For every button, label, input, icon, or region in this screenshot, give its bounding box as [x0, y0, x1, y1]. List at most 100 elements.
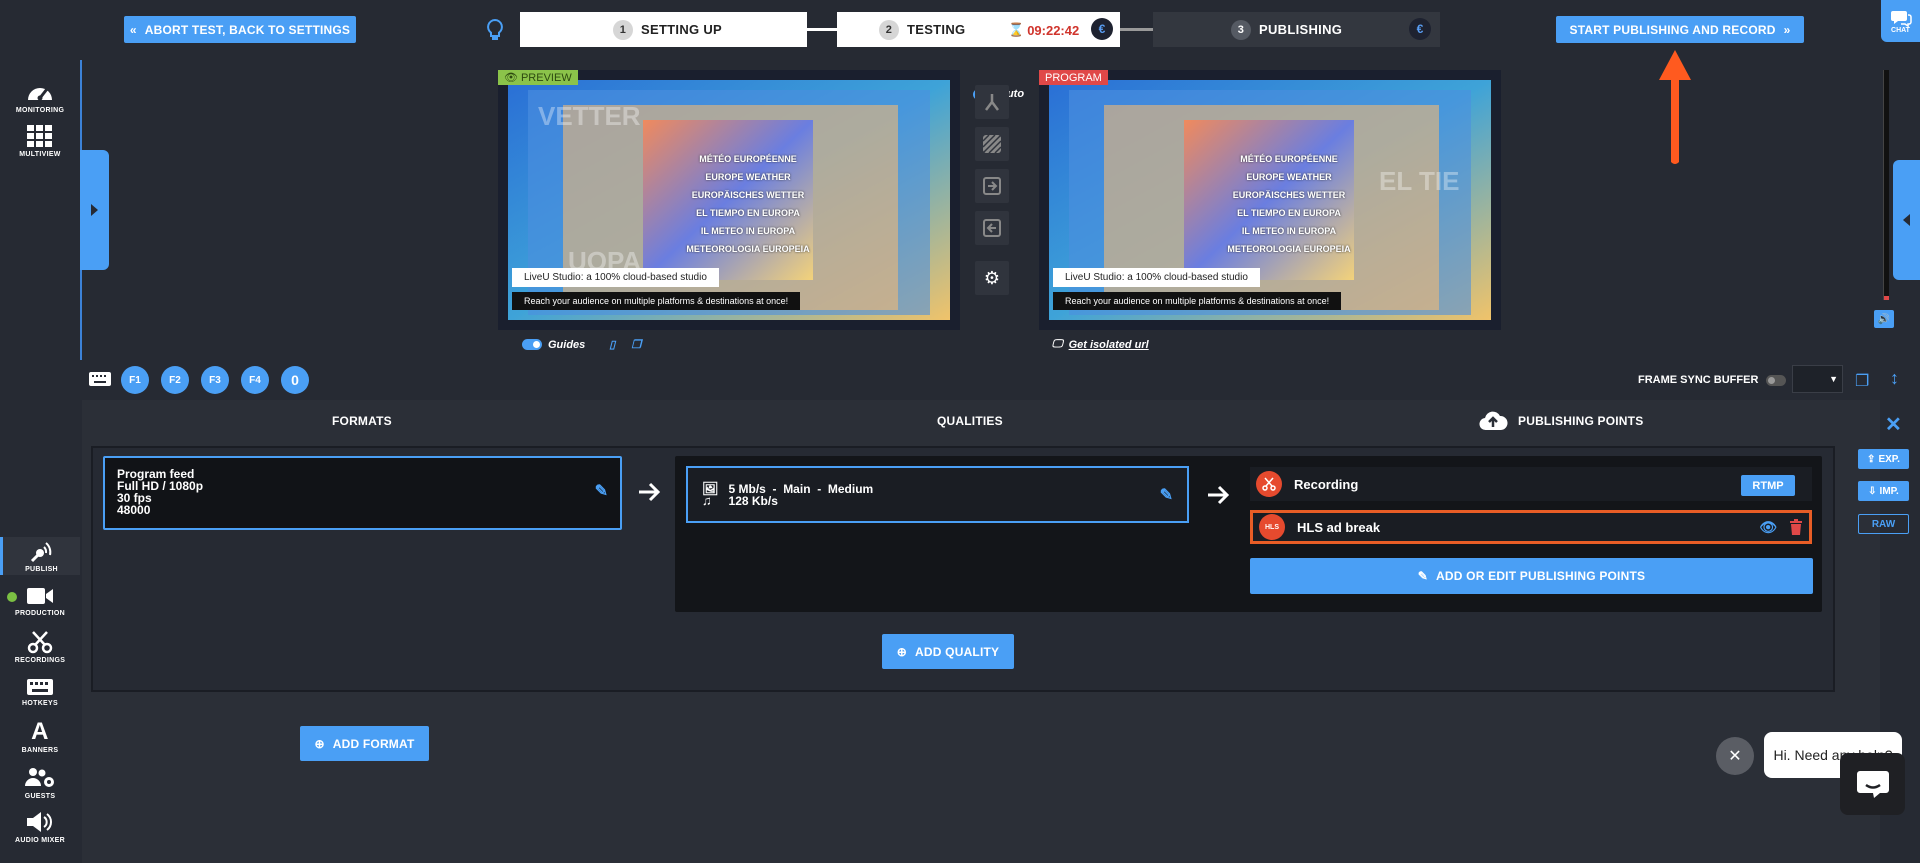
upload-icon: ⇪	[1867, 453, 1876, 465]
import-button[interactable]: ⇩ IMP.	[1858, 481, 1909, 501]
isolated-url-link[interactable]: 🖵 Get isolated url	[1052, 338, 1149, 351]
scissors-icon	[1256, 471, 1282, 497]
step-connector	[1120, 28, 1153, 31]
grid-icon	[27, 125, 52, 147]
pencil-icon: ✎	[1417, 569, 1429, 583]
hourglass-icon: ⌛	[1008, 22, 1025, 37]
help-chat-button[interactable]	[1840, 753, 1905, 815]
music-note-icon: ♫	[702, 492, 712, 508]
frame-sync-select[interactable]: ▼	[1792, 365, 1843, 393]
transition-settings-button[interactable]: ⚙	[975, 261, 1009, 295]
step-publishing: 3 PUBLISHING	[1153, 12, 1440, 47]
eye-icon: 👁	[504, 72, 518, 84]
formats-heading: FORMATS	[332, 414, 392, 428]
speaker-icon	[27, 812, 52, 832]
banner-caption: LiveU Studio: a 100% cloud-based studio	[512, 268, 719, 287]
nav-multiview[interactable]: MULTIVIEW	[0, 124, 80, 158]
format-card[interactable]: Program feed Full HD / 1080p 30 fps 4800…	[103, 456, 622, 530]
chat-bubble-icon	[1856, 771, 1889, 798]
plus-circle-icon: ⊕	[314, 736, 325, 751]
pencil-icon[interactable]: ✎	[1160, 485, 1173, 505]
wipe-in-icon	[983, 177, 1001, 195]
test-timer: ⌛ 09:22:42	[1008, 22, 1080, 38]
weather-titles: MÉTÉO EUROPÉENNE EUROPE WEATHER EUROPÄIS…	[1227, 154, 1351, 254]
abort-test-button[interactable]: « ABORT TEST, BACK TO SETTINGS	[124, 16, 356, 43]
step-connector	[807, 28, 837, 31]
left-panel-toggle[interactable]	[80, 150, 109, 270]
audio-toggle-button[interactable]: 🔊	[1874, 310, 1894, 328]
frame-sync-toggle[interactable]	[1766, 374, 1787, 386]
nav-banners[interactable]: A BANNERS	[0, 720, 80, 755]
lightbulb-icon[interactable]	[485, 18, 505, 42]
close-icon[interactable]: ✕	[1885, 412, 1902, 437]
arrow-up-annotation-icon	[1658, 50, 1692, 166]
arrow-right-icon	[1206, 483, 1232, 507]
broadcast-icon	[30, 542, 51, 563]
pencil-icon[interactable]: ✎	[595, 484, 608, 500]
toggle-switch[interactable]	[522, 339, 542, 350]
help-close-button[interactable]: ✕	[1716, 737, 1754, 775]
banner-caption: Reach your audience on multiple platform…	[1053, 292, 1342, 310]
qualities-heading: QUALITIES	[937, 414, 1003, 428]
add-format-button[interactable]: ⊕ ADD FORMAT	[300, 726, 429, 761]
chat-button[interactable]: CHAT	[1881, 0, 1920, 42]
stripes-transition-button[interactable]	[975, 127, 1009, 161]
copy-layout-icon[interactable]: ❐	[1855, 371, 1869, 391]
nav-monitoring[interactable]: MONITORING	[0, 80, 80, 114]
publishing-point-hls-ad-break[interactable]: HLS HLS ad break 👁	[1250, 510, 1812, 544]
rtmp-badge[interactable]: RTMP	[1741, 475, 1795, 496]
add-quality-button[interactable]: ⊕ ADD QUALITY	[882, 634, 1014, 669]
euro-cost-icon: €	[1091, 18, 1113, 40]
program-tag: PROGRAM	[1039, 70, 1108, 85]
nav-hotkeys[interactable]: HOTKEYS	[0, 677, 80, 707]
nav-publish[interactable]: PUBLISH	[0, 537, 80, 575]
guides-toggle[interactable]: Guides ▯ ❐	[522, 338, 641, 351]
raw-button[interactable]: RAW	[1858, 514, 1909, 534]
nav-guests[interactable]: GUESTS	[0, 766, 80, 800]
publishing-point-recording[interactable]: Recording	[1250, 467, 1812, 501]
stripes-icon	[982, 134, 1002, 154]
preview-tag: 👁 PREVIEW	[498, 70, 578, 85]
keyboard-icon[interactable]	[88, 371, 112, 387]
weather-titles: MÉTÉO EUROPÉENNE EUROPE WEATHER EUROPÄIS…	[686, 154, 810, 254]
monitor-icon: 🖵	[1052, 338, 1063, 350]
double-chevron-right-icon: »	[1783, 22, 1791, 37]
hotkey-f1[interactable]: F1	[121, 366, 149, 394]
copy-icon[interactable]: ❐	[631, 338, 641, 351]
hotkey-f2[interactable]: F2	[161, 366, 189, 394]
export-button[interactable]: ⇪ EXP.	[1858, 449, 1909, 469]
caret-right-icon	[91, 204, 98, 216]
eye-icon[interactable]: 👁	[1759, 519, 1777, 536]
scissors-icon	[27, 631, 53, 654]
right-panel-toggle[interactable]	[1893, 160, 1920, 280]
wipe-out-button[interactable]	[975, 211, 1009, 245]
quality-card[interactable]: 🖼 ♫ 5 Mb/s - Main - Medium 128 Kb/s ✎	[686, 466, 1189, 523]
hls-badge: HLS	[1259, 514, 1285, 540]
users-gear-icon	[25, 768, 54, 787]
add-edit-publishing-points-button[interactable]: ✎ ADD OR EDIT PUBLISHING POINTS	[1250, 558, 1813, 594]
nav-production[interactable]: PRODUCTION	[0, 585, 80, 617]
speedometer-icon	[28, 88, 52, 101]
audio-level-meter	[1883, 70, 1889, 300]
mobile-icon[interactable]: ▯	[609, 338, 615, 351]
trash-icon[interactable]	[1789, 519, 1803, 535]
gear-icon: ⚙	[983, 267, 1001, 288]
close-icon: ✕	[1728, 748, 1742, 765]
wipe-in-button[interactable]	[975, 169, 1009, 203]
cut-transition-button[interactable]	[975, 85, 1009, 119]
hotkey-zero[interactable]: 0	[281, 366, 309, 394]
nav-recordings[interactable]: RECORDINGS	[0, 630, 80, 664]
banner-caption: Reach your audience on multiple platform…	[512, 292, 801, 310]
preview-monitor[interactable]: VETTER UOPA MÉTÉO EUROPÉENNE EUROPE WEAT…	[498, 70, 960, 330]
hotkey-f3[interactable]: F3	[201, 366, 229, 394]
start-publishing-button[interactable]: START PUBLISHING AND RECORD »	[1556, 16, 1804, 43]
wipe-out-icon	[983, 219, 1001, 237]
frame-sync-buffer: FRAME SYNC BUFFER	[1638, 374, 1787, 386]
svg-text:EL TIE: EL TIE	[1379, 166, 1459, 196]
program-monitor[interactable]: EL TIE MÉTÉO EUROPÉENNE EUROPE WEATHER E…	[1039, 70, 1501, 330]
resize-vertical-icon[interactable]: ↕	[1890, 368, 1899, 389]
caret-left-icon	[1903, 214, 1910, 226]
banner-caption: LiveU Studio: a 100% cloud-based studio	[1053, 268, 1260, 287]
hotkey-f4[interactable]: F4	[241, 366, 269, 394]
nav-audio-mixer[interactable]: AUDIO MIXER	[0, 810, 80, 844]
